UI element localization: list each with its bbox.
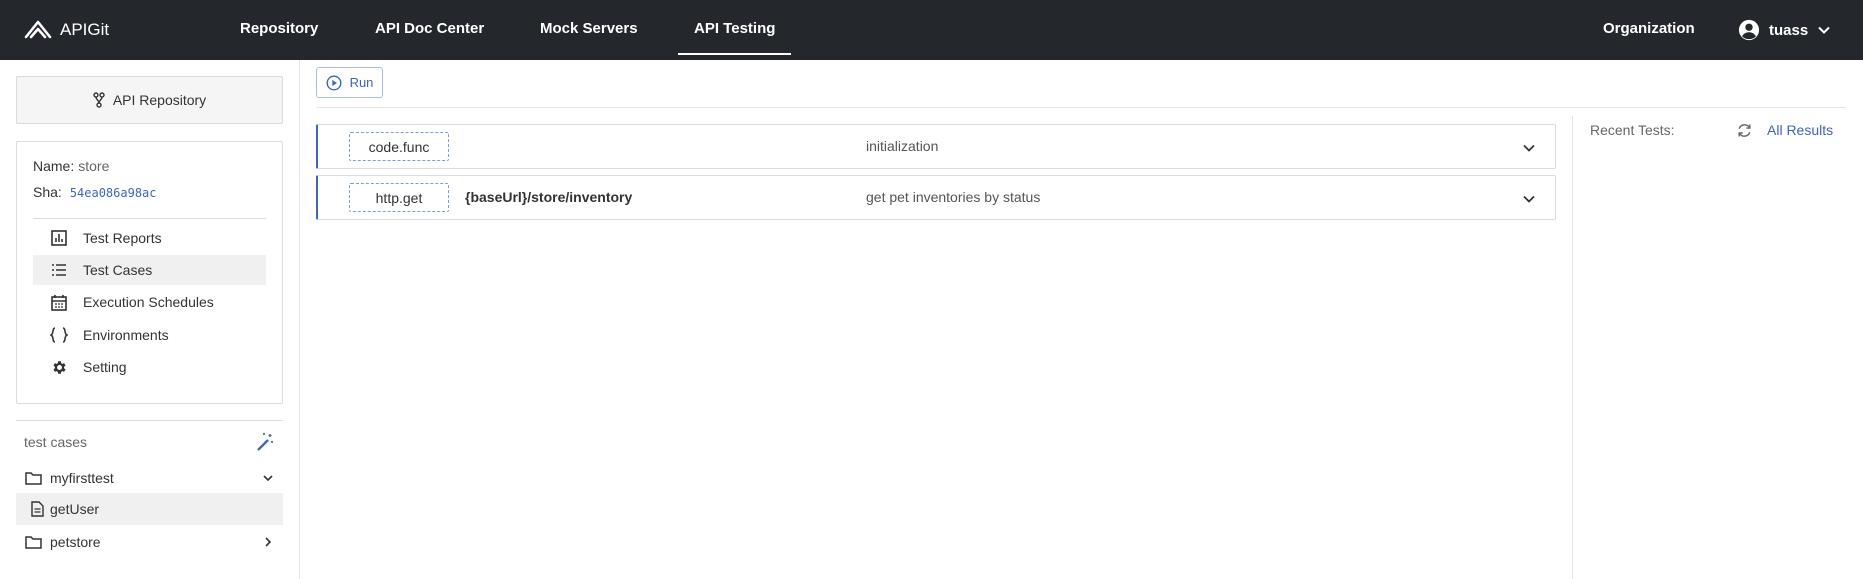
menu-label: Setting bbox=[83, 359, 127, 375]
sidebar: API Repository Name: store Sha: 54ea086a98… bbox=[0, 60, 300, 579]
chart-icon bbox=[33, 230, 83, 246]
step-type-chip[interactable]: http.get bbox=[349, 183, 449, 212]
api-repository-label: API Repository bbox=[112, 92, 207, 108]
menu-execution-schedules[interactable]: Execution Schedules bbox=[33, 287, 266, 317]
nav-mock-servers[interactable]: Mock Servers bbox=[540, 0, 638, 60]
api-repository-button[interactable]: API Repository bbox=[16, 76, 283, 124]
nav-repository[interactable]: Repository bbox=[240, 0, 318, 60]
name-label: Name: bbox=[33, 158, 75, 174]
chevron-down-icon bbox=[1818, 26, 1830, 34]
step-type-chip[interactable]: code.func bbox=[349, 132, 449, 161]
folder-icon bbox=[16, 535, 50, 549]
expand-chevron-icon[interactable] bbox=[1518, 188, 1540, 210]
run-label: Run bbox=[349, 75, 374, 90]
nav-api-testing[interactable]: API Testing bbox=[677, 0, 792, 60]
menu-test-cases[interactable]: Test Cases bbox=[33, 255, 266, 285]
name-value: store bbox=[78, 158, 110, 174]
repository-info-card: Name: store Sha: 54ea086a98ac Test Reports… bbox=[16, 141, 283, 404]
tree-label: getUser bbox=[50, 501, 100, 517]
gear-icon bbox=[33, 359, 83, 376]
recent-tests-label: Recent Tests: bbox=[1590, 122, 1675, 138]
menu-environments[interactable]: Environments bbox=[33, 320, 266, 350]
toolbar-divider bbox=[316, 107, 1846, 108]
brand-name: APIGit bbox=[60, 20, 110, 39]
menu-test-reports[interactable]: Test Reports bbox=[33, 223, 266, 253]
all-results-link[interactable]: All Results bbox=[1767, 116, 1833, 144]
test-cases-title: test cases bbox=[24, 433, 88, 450]
test-step[interactable]: code.func initialization bbox=[316, 124, 1556, 169]
file-icon bbox=[24, 501, 50, 517]
test-step[interactable]: http.get {baseUrl}/store/inventory get p… bbox=[316, 175, 1556, 220]
list-icon bbox=[33, 263, 83, 277]
recent-tests-panel: Recent Tests: All Results bbox=[1572, 116, 1863, 579]
chevron-right-icon[interactable] bbox=[253, 536, 283, 548]
apigit-logo-icon bbox=[24, 20, 52, 39]
info-divider bbox=[33, 218, 266, 219]
step-description: get pet inventories by status bbox=[866, 189, 1041, 205]
step-description: initialization bbox=[866, 138, 939, 154]
run-button[interactable]: Run bbox=[316, 67, 383, 98]
braces-icon bbox=[33, 327, 83, 343]
expand-chevron-icon[interactable] bbox=[1518, 137, 1540, 159]
tree-folder-petstore[interactable]: petstore bbox=[16, 526, 283, 558]
user-name: tuass bbox=[1769, 21, 1809, 39]
account-circle-icon bbox=[1738, 19, 1760, 41]
nav-api-doc-center[interactable]: API Doc Center bbox=[375, 0, 484, 60]
fork-icon bbox=[93, 92, 105, 108]
name-row: Name: store bbox=[33, 158, 109, 174]
tree-folder-myfirsttest[interactable]: myfirsttest bbox=[16, 462, 283, 494]
step-path: {baseUrl}/store/inventory bbox=[465, 189, 633, 205]
tree-label: petstore bbox=[50, 534, 101, 550]
play-circle-icon bbox=[326, 74, 342, 91]
calendar-icon bbox=[33, 294, 83, 311]
organization-link[interactable]: Organization bbox=[1603, 0, 1695, 60]
top-navbar: APIGit Repository API Doc Center Mock Se… bbox=[0, 0, 1863, 60]
brand-logo[interactable]: APIGit bbox=[23, 17, 109, 43]
folder-icon bbox=[16, 471, 50, 485]
menu-label: Execution Schedules bbox=[83, 294, 214, 310]
menu-setting[interactable]: Setting bbox=[33, 352, 266, 382]
menu-label: Environments bbox=[83, 327, 169, 343]
tree-label: myfirsttest bbox=[50, 470, 114, 486]
chevron-down-icon[interactable] bbox=[253, 472, 283, 484]
tree-file-getuser[interactable]: getUser bbox=[16, 493, 283, 525]
test-cases-header: test cases bbox=[16, 420, 283, 462]
menu-label: Test Reports bbox=[83, 230, 162, 246]
magic-wand-icon[interactable] bbox=[255, 432, 275, 452]
sha-value[interactable]: 54ea086a98ac bbox=[70, 186, 157, 200]
user-menu[interactable]: tuass bbox=[1738, 0, 1831, 60]
sha-row: Sha: 54ea086a98ac bbox=[33, 184, 157, 200]
refresh-icon[interactable] bbox=[1736, 122, 1753, 139]
menu-label: Test Cases bbox=[83, 262, 153, 278]
sha-label: Sha: bbox=[33, 184, 62, 200]
